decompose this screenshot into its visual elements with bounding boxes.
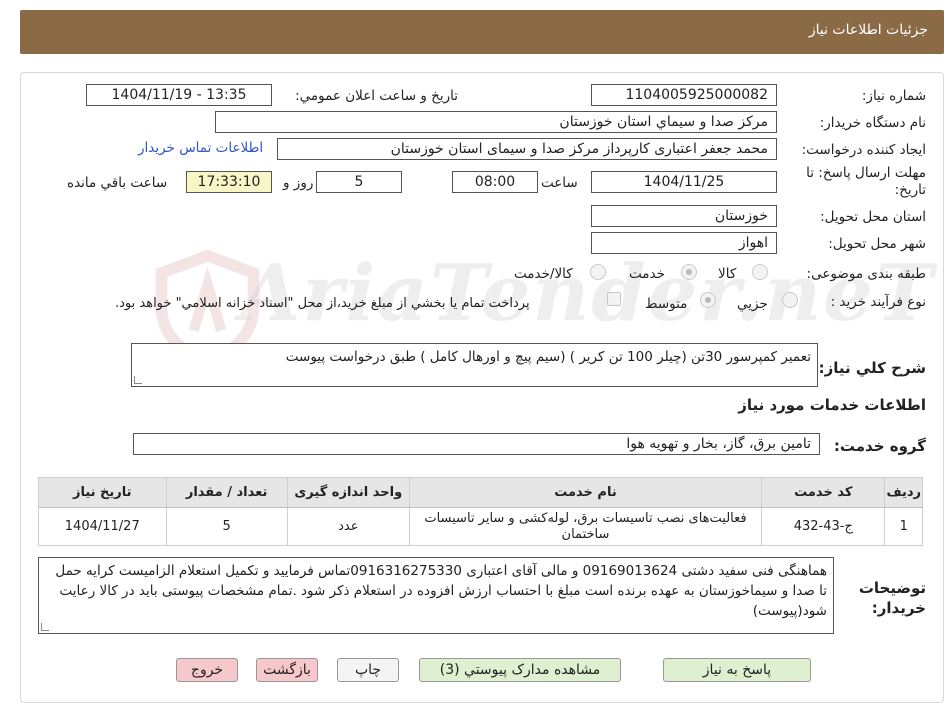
col-row-number: رديف bbox=[884, 477, 923, 508]
page-header: جزئیات اطلاعات نیاز bbox=[20, 10, 944, 54]
requester-label: ايجاد کننده درخواست: bbox=[801, 142, 926, 158]
province-field: خوزستان bbox=[591, 205, 777, 227]
process-medium-radio[interactable] bbox=[700, 292, 716, 308]
back-button[interactable]: بازگشت bbox=[256, 658, 318, 682]
print-button[interactable]: چاپ bbox=[337, 658, 399, 682]
cell-service-code: ج-43-432 bbox=[761, 507, 886, 546]
province-label: استان محل تحويل: bbox=[820, 209, 926, 225]
process-minor-label: جزيي bbox=[737, 296, 768, 312]
need-number-field: 1104005925000082 bbox=[591, 84, 777, 106]
category-goods-label: کالا bbox=[718, 266, 737, 282]
resize-grip-icon[interactable] bbox=[134, 376, 142, 384]
category-goods-radio[interactable] bbox=[752, 264, 768, 280]
resize-grip-icon[interactable] bbox=[41, 623, 49, 631]
reply-button[interactable]: پاسخ به نياز bbox=[663, 658, 811, 682]
table-header-row: رديف کد خدمت نام خدمت واحد اندازه گيری ت… bbox=[38, 477, 923, 508]
remaining-label: ساعت باقي مانده bbox=[67, 175, 168, 191]
days-label: روز و bbox=[283, 175, 314, 191]
category-service-label: خدمت bbox=[629, 266, 665, 282]
col-need-date: تاريخ نياز bbox=[38, 477, 167, 508]
deadline-label: مهلت ارسال پاسخ: تا تاريخ: bbox=[806, 165, 926, 198]
treasury-checkbox[interactable] bbox=[607, 292, 621, 306]
treasury-payment-note: پرداخت تمام يا بخشي از مبلغ خريد،از محل … bbox=[115, 296, 530, 311]
buyer-contact-link[interactable]: اطلاعات تماس خريدار bbox=[138, 140, 263, 156]
announce-field: 1404/11/19 - 13:35 bbox=[86, 84, 272, 106]
view-attachments-button[interactable]: مشاهده مدارک پيوستي (3) bbox=[419, 658, 621, 682]
announce-label: تاريخ و ساعت اعلان عمومي: bbox=[295, 88, 458, 104]
deadline-time-field: 08:00 bbox=[452, 171, 538, 193]
category-goods-service-radio[interactable] bbox=[590, 264, 606, 280]
buyer-org-field: مرکز صدا و سيماي استان خوزستان bbox=[215, 111, 777, 133]
col-service-name: نام خدمت bbox=[408, 477, 763, 508]
table-row: 1 ج-43-432 فعالیت‌های نصب تاسیسات برق، ل… bbox=[38, 507, 923, 546]
buyer-org-label: نام دستگاه خريدار: bbox=[819, 115, 926, 131]
buyer-notes-textarea: هماهنگی فنی سفید دشتی 09169013624 و مالی… bbox=[38, 557, 834, 634]
service-group-field: تامين برق، گاز، بخار و تهويه هوا bbox=[133, 433, 820, 455]
cell-service-name: فعالیت‌های نصب تاسیسات برق، لوله‌کشی و س… bbox=[408, 507, 763, 546]
service-group-label: گروه خدمت: bbox=[833, 437, 926, 455]
summary-label: شرح کلي نياز: bbox=[818, 359, 926, 377]
process-label: نوع فرآيند خريد : bbox=[830, 294, 926, 310]
summary-text: تعمیر کمپرسور 30تن (چیلر 100 تن کریر ) (… bbox=[285, 349, 811, 365]
col-quantity: تعداد / مقدار bbox=[165, 477, 288, 508]
time-label: ساعت bbox=[541, 175, 578, 191]
exit-button[interactable]: خروج bbox=[176, 658, 238, 682]
cell-row-number: 1 bbox=[884, 507, 923, 546]
summary-textarea: تعمیر کمپرسور 30تن (چیلر 100 تن کریر ) (… bbox=[131, 343, 818, 387]
buyer-notes-text: هماهنگی فنی سفید دشتی 09169013624 و مالی… bbox=[55, 563, 827, 619]
services-section-title: اطلاعات خدمات مورد نياز bbox=[738, 396, 926, 414]
cell-quantity: 5 bbox=[165, 507, 288, 546]
days-field: 5 bbox=[316, 171, 402, 193]
requester-field: محمد جعفر اعتباری کارپرداز مرکز صدا و سی… bbox=[277, 138, 777, 160]
city-field: اهواز bbox=[591, 232, 777, 254]
category-label: طبقه بندی موضوعی: bbox=[806, 266, 926, 282]
countdown-field: 17:33:10 bbox=[186, 171, 272, 193]
col-service-code: کد خدمت bbox=[761, 477, 886, 508]
col-unit: واحد اندازه گيری bbox=[286, 477, 410, 508]
city-label: شهر محل تحويل: bbox=[828, 236, 926, 252]
category-goods-service-label: کالا/خدمت bbox=[514, 266, 573, 282]
buyer-notes-label: توضيحات خريدار: bbox=[858, 579, 926, 617]
category-service-radio[interactable] bbox=[681, 264, 697, 280]
cell-need-date: 1404/11/27 bbox=[38, 507, 167, 546]
process-medium-label: متوسط bbox=[645, 296, 688, 312]
need-number-label: شماره نياز: bbox=[861, 88, 926, 104]
deadline-date-field: 1404/11/25 bbox=[591, 171, 777, 193]
services-table: رديف کد خدمت نام خدمت واحد اندازه گيری ت… bbox=[38, 477, 923, 546]
cell-unit: عدد bbox=[286, 507, 410, 546]
process-minor-radio[interactable] bbox=[782, 292, 798, 308]
page-title: جزئیات اطلاعات نیاز bbox=[808, 22, 928, 38]
